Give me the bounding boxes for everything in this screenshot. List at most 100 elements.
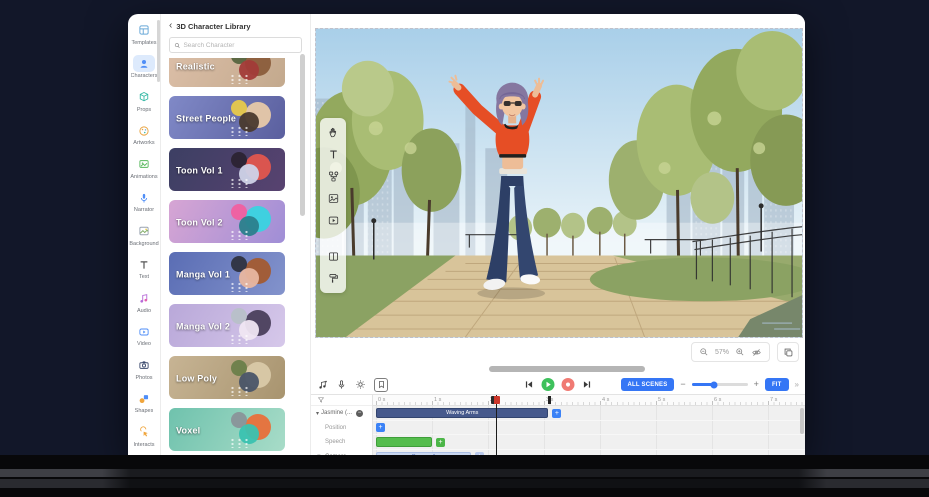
track-label-speech[interactable]: Speech	[311, 435, 372, 450]
sidebar-scrollbar[interactable]	[157, 20, 160, 82]
track-name: Jasmine (...	[321, 410, 352, 416]
collapse-chevron-icon[interactable]: »	[795, 380, 799, 389]
sidebar-item-text[interactable]: Text	[128, 252, 160, 286]
sidebar-item-props[interactable]: Props	[128, 84, 160, 118]
bookmark-button[interactable]	[374, 378, 388, 392]
characters-icon	[138, 58, 150, 70]
sidebar-item-label: Video	[137, 341, 151, 347]
sidebar-item-narrator[interactable]: Narrator	[128, 185, 160, 219]
skip-start-icon[interactable]	[524, 379, 535, 390]
mic-icon[interactable]	[336, 379, 347, 390]
character-library-panel: ‹ 3D Character Library RealisticStreet P…	[161, 14, 311, 455]
character-card-toon-vol-2[interactable]: Toon Vol 2	[169, 200, 285, 243]
stop-button[interactable]	[562, 378, 575, 391]
track-name: Speech	[325, 439, 345, 445]
video-tool-icon[interactable]	[327, 214, 340, 227]
track-label-position[interactable]: Position	[311, 421, 372, 436]
chevron-down-icon[interactable]: ▾	[316, 410, 319, 417]
props-icon	[138, 91, 150, 103]
card-label: Toon Vol 1	[176, 165, 223, 175]
play-button[interactable]	[542, 378, 555, 391]
track-options-icon[interactable]: −	[356, 410, 363, 417]
sidebar-item-label: Shapes	[135, 408, 154, 414]
timeline-scrollbar[interactable]	[800, 408, 804, 434]
photos-icon	[138, 359, 150, 371]
track-name: Position	[325, 425, 346, 431]
zoom-out-icon[interactable]	[699, 347, 709, 357]
search-input[interactable]	[183, 42, 297, 49]
image-icon[interactable]	[327, 192, 340, 205]
timeline-ruler[interactable]: 0 s1 s2 s3 s4 s5 s6 s7 s	[373, 395, 805, 406]
track-lane: Waving Arms +	[373, 406, 805, 421]
filter-icon[interactable]	[317, 396, 325, 404]
sidebar-item-background[interactable]: Background	[128, 218, 160, 252]
video-icon	[138, 326, 150, 338]
character-card-low-poly[interactable]: Low Poly	[169, 356, 285, 399]
card-label: Voxel	[176, 425, 200, 435]
scene-canvas[interactable]	[315, 28, 803, 338]
clip-speech[interactable]	[376, 437, 432, 447]
sidebar-item-label: Audio	[137, 308, 151, 314]
playhead-flag[interactable]	[491, 396, 500, 404]
add-keyframe-button[interactable]: +	[376, 423, 385, 432]
app-window: TemplatesCharactersPropsArtworksAnimatio…	[128, 14, 805, 455]
sidebar-item-video[interactable]: Video	[128, 319, 160, 353]
clip-waving-arms[interactable]: Waving Arms	[376, 408, 548, 418]
skip-end-icon	[582, 379, 593, 390]
sidebar-item-shapes[interactable]: Shapes	[128, 386, 160, 420]
character-card-manga-vol-1[interactable]: Manga Vol 1	[169, 252, 285, 295]
search-icon	[174, 42, 180, 49]
sidebar-item-label: Narrator	[134, 207, 154, 213]
back-chevron-icon[interactable]: ‹	[169, 21, 172, 31]
eye-off-icon[interactable]	[751, 347, 762, 358]
sidebar-item-templates[interactable]: Templates	[128, 17, 160, 51]
duplicate-scene-button[interactable]	[777, 342, 799, 362]
skip-end-icon[interactable]	[582, 379, 593, 390]
sidebar-item-artworks[interactable]: Artworks	[128, 118, 160, 152]
character-card-toon-vol-1[interactable]: Toon Vol 1	[169, 148, 285, 191]
card-label: Street People	[176, 113, 236, 123]
character-card-voxel[interactable]: Voxel	[169, 408, 285, 451]
search-box[interactable]	[169, 37, 302, 53]
transport-controls	[524, 378, 593, 391]
all-scenes-button[interactable]: ALL SCENES	[621, 378, 675, 391]
canvas-toolbar	[320, 118, 346, 293]
background-icon	[138, 225, 150, 237]
timeline-zoom-out[interactable]: −	[680, 380, 685, 389]
text-icon	[138, 259, 150, 271]
timeline-zoom-slider[interactable]	[692, 383, 748, 386]
add-keyframe-button[interactable]: +	[552, 409, 561, 418]
zoom-in-icon[interactable]	[735, 347, 745, 357]
card-dots-decoration	[229, 334, 251, 344]
sidebar-item-photos[interactable]: Photos	[128, 352, 160, 386]
card-dots-decoration	[229, 282, 251, 292]
character-card-manga-vol-2[interactable]: Manga Vol 2	[169, 304, 285, 347]
sidebar-item-characters[interactable]: Characters	[128, 51, 160, 85]
character-card-list: Realistic Street People Toon Vol 1 Toon Vol…	[169, 58, 285, 455]
track-label-jasmine-[interactable]: ▾Jasmine (...−	[311, 406, 372, 421]
sun-icon[interactable]	[355, 379, 366, 390]
sidebar-item-interacts[interactable]: Interacts	[128, 419, 160, 453]
character-card-realistic[interactable]: Realistic	[169, 58, 285, 87]
paint-roller-icon[interactable]	[327, 272, 340, 285]
add-keyframe-button[interactable]: +	[436, 438, 445, 447]
layout-icon[interactable]	[327, 250, 340, 263]
playhead[interactable]	[496, 395, 498, 455]
ruler-tick-label: 1 s	[434, 397, 441, 403]
music-icon[interactable]	[317, 379, 328, 390]
library-scrollbar[interactable]	[300, 54, 305, 216]
filter-icon	[317, 396, 325, 404]
sidebar-item-animations[interactable]: Animations	[128, 151, 160, 185]
desktop-bezel	[0, 455, 929, 497]
hand-icon[interactable]	[327, 126, 340, 139]
zoom-out-icon	[699, 347, 709, 357]
text-tool-icon[interactable]	[327, 148, 340, 161]
nodes-icon[interactable]	[327, 170, 340, 183]
copy-icon	[783, 347, 794, 358]
sidebar-item-audio[interactable]: Audio	[128, 285, 160, 319]
canvas-horizontal-scrollbar[interactable]	[489, 366, 645, 372]
fit-button[interactable]: FIT	[765, 378, 789, 391]
timeline-zoom-in[interactable]: +	[754, 380, 759, 389]
timeline-track-area[interactable]: 0 s1 s2 s3 s4 s5 s6 s7 s Waving Arms+++C…	[373, 395, 805, 455]
character-card-street-people[interactable]: Street People	[169, 96, 285, 139]
